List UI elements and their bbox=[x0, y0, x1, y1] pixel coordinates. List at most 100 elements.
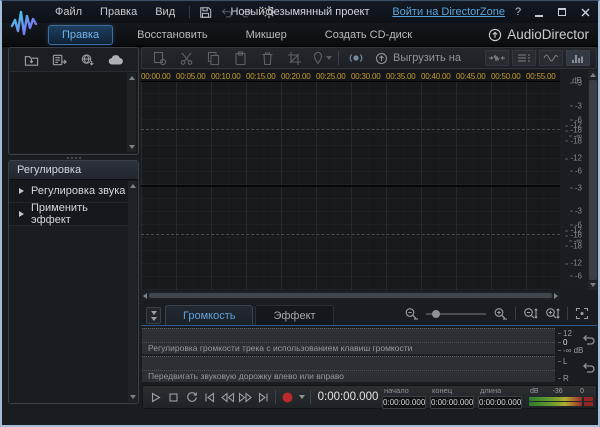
volume-keyframe-panel: Регулировка громкости трека с использова… bbox=[142, 328, 555, 383]
time-field-value[interactable]: 0:00:00.000 bbox=[478, 395, 522, 409]
adjust-item-audio-adjustment[interactable]: Регулировка звука bbox=[9, 180, 138, 203]
pan-keyframe-lane[interactable]: Передвигать звуковую дорожку влево или в… bbox=[142, 356, 555, 383]
meter-bar-left bbox=[529, 397, 593, 401]
adjust-scrollbar[interactable] bbox=[128, 181, 137, 402]
media-library-panel bbox=[8, 47, 139, 155]
record-button[interactable] bbox=[281, 391, 294, 404]
db-tick-label: -3 bbox=[570, 206, 582, 215]
trim-icon[interactable] bbox=[281, 49, 308, 67]
channel-list-icon[interactable] bbox=[512, 50, 536, 66]
marker-icon[interactable] bbox=[308, 49, 335, 67]
next-button[interactable] bbox=[254, 388, 272, 406]
play-button[interactable] bbox=[146, 388, 164, 406]
scroll-down-icon[interactable] bbox=[589, 283, 596, 287]
toolbar-separator bbox=[515, 307, 516, 320]
help-button[interactable]: ? bbox=[512, 6, 524, 18]
stop-button[interactable] bbox=[164, 388, 182, 406]
timeline-vertical-scrollbar[interactable] bbox=[588, 70, 598, 290]
delete-icon[interactable] bbox=[254, 49, 281, 67]
ribbon-tabbar: Правка Восстановить Микшер Создать CD-ди… bbox=[2, 23, 598, 47]
zoom-slider[interactable] bbox=[426, 309, 486, 318]
upload-to-button[interactable]: Выгрузить на bbox=[375, 52, 461, 65]
voice-record-icon[interactable] bbox=[342, 49, 369, 67]
audio-channel-left[interactable] bbox=[141, 82, 560, 185]
menu-view[interactable]: Вид bbox=[146, 2, 184, 22]
view-mode-buttons bbox=[485, 50, 592, 66]
import-media-icon[interactable] bbox=[21, 51, 42, 69]
close-button[interactable] bbox=[577, 5, 593, 19]
db-tick-label: -6 bbox=[570, 166, 582, 175]
pan-scale: L R bbox=[555, 356, 581, 383]
ruler-timestamp: 00:10.00 bbox=[211, 72, 241, 81]
loop-button[interactable] bbox=[182, 388, 200, 406]
export-icon[interactable] bbox=[146, 49, 173, 67]
fit-to-window-icon[interactable] bbox=[575, 307, 589, 320]
scroll-up-icon[interactable] bbox=[589, 73, 596, 77]
media-library-list[interactable] bbox=[10, 71, 137, 153]
titlebar: Файл Правка Вид Новый безымянный проект … bbox=[2, 1, 598, 23]
minimize-button[interactable] bbox=[531, 5, 547, 19]
adjust-item-apply-effect[interactable]: Применить эффект bbox=[9, 202, 138, 226]
audio-channel-right[interactable] bbox=[141, 187, 560, 290]
fast-forward-button[interactable] bbox=[236, 388, 254, 406]
waveform-view-icon[interactable] bbox=[539, 50, 563, 66]
scrollbar-thumb[interactable] bbox=[149, 293, 552, 298]
tab-effect[interactable]: Эффект bbox=[255, 305, 334, 325]
rewind-button[interactable] bbox=[218, 388, 236, 406]
time-field-value[interactable]: 0:00:00.000 bbox=[430, 395, 474, 409]
cloud-icon[interactable] bbox=[105, 51, 126, 69]
tab-create-cd[interactable]: Создать CD-диск bbox=[311, 25, 426, 45]
tab-restore[interactable]: Восстановить bbox=[123, 25, 221, 45]
tab-edit[interactable]: Правка bbox=[48, 24, 114, 45]
scroll-down-icon[interactable] bbox=[129, 395, 136, 399]
tab-volume[interactable]: Громкость bbox=[165, 305, 254, 325]
zoom-out-vertical-icon[interactable] bbox=[523, 307, 538, 320]
waveform-track-area[interactable] bbox=[141, 82, 560, 290]
db-tick-label: -18 bbox=[565, 136, 582, 145]
time-field: конец 0:00:00.000 bbox=[430, 386, 474, 409]
previous-button[interactable] bbox=[200, 388, 218, 406]
timeline-horizontal-scrollbar[interactable] bbox=[141, 291, 560, 300]
scroll-up-icon[interactable] bbox=[129, 184, 136, 188]
save-icon[interactable] bbox=[195, 3, 216, 21]
reset-pan-icon[interactable] bbox=[581, 360, 596, 375]
toolbar-separator bbox=[310, 390, 311, 404]
scroll-up-icon[interactable] bbox=[128, 76, 135, 80]
menu-edit[interactable]: Правка bbox=[91, 2, 146, 22]
meter-unit-label: dB bbox=[530, 388, 539, 395]
menu-file[interactable]: Файл bbox=[46, 2, 91, 22]
scroll-down-icon[interactable] bbox=[128, 145, 135, 149]
time-field: длина 0:00:00.000 bbox=[478, 386, 522, 409]
normalize-view-icon[interactable] bbox=[485, 50, 509, 66]
reset-volume-icon[interactable] bbox=[581, 332, 596, 347]
ruler-timestamp: 00:45.00 bbox=[456, 72, 486, 81]
collapse-panel-button[interactable] bbox=[146, 307, 161, 324]
paste-icon[interactable] bbox=[227, 49, 254, 67]
record-options-chevron-icon[interactable] bbox=[299, 395, 305, 399]
timeline-ruler[interactable]: 00:00.00 00:05.00 00:10.00 00:15.00 00:20.00… bbox=[141, 70, 560, 82]
editing-workspace: Выгрузить на 00:00.00 00:05.00 00:10.00 … bbox=[141, 47, 598, 409]
zoom-slider-handle[interactable] bbox=[432, 309, 440, 318]
import-audio-file-icon[interactable] bbox=[49, 51, 70, 69]
zoom-in-vertical-icon[interactable] bbox=[545, 307, 560, 320]
maximize-button[interactable] bbox=[554, 5, 570, 19]
download-from-directorzone-icon[interactable] bbox=[77, 51, 98, 69]
pan-lane-description: Передвигать звуковую дорожку влево или в… bbox=[148, 371, 345, 381]
time-field-label: длина bbox=[480, 385, 502, 395]
copy-icon[interactable] bbox=[200, 49, 227, 67]
library-scrollbar[interactable] bbox=[127, 73, 136, 152]
project-title: Новый безымянный проект bbox=[230, 6, 370, 18]
zoom-in-horizontal-icon[interactable] bbox=[493, 307, 508, 320]
scrollbar-thumb[interactable] bbox=[589, 80, 597, 280]
spectral-view-icon[interactable] bbox=[566, 50, 590, 66]
zoom-out-horizontal-icon[interactable] bbox=[404, 307, 419, 320]
cut-icon[interactable] bbox=[173, 49, 200, 67]
volume-keyframe-lane[interactable]: Регулировка громкости трека с использова… bbox=[142, 328, 555, 355]
scroll-left-icon[interactable] bbox=[143, 292, 147, 299]
time-field-value[interactable]: 0:00:00.000 bbox=[382, 395, 426, 409]
upload-icon bbox=[375, 52, 388, 64]
directorzone-signin-link[interactable]: Войти на DirectorZone bbox=[392, 6, 505, 18]
scroll-right-icon[interactable] bbox=[554, 292, 558, 299]
tab-mixer[interactable]: Микшер bbox=[232, 25, 301, 45]
level-meter: dB -36 0 bbox=[529, 388, 593, 406]
